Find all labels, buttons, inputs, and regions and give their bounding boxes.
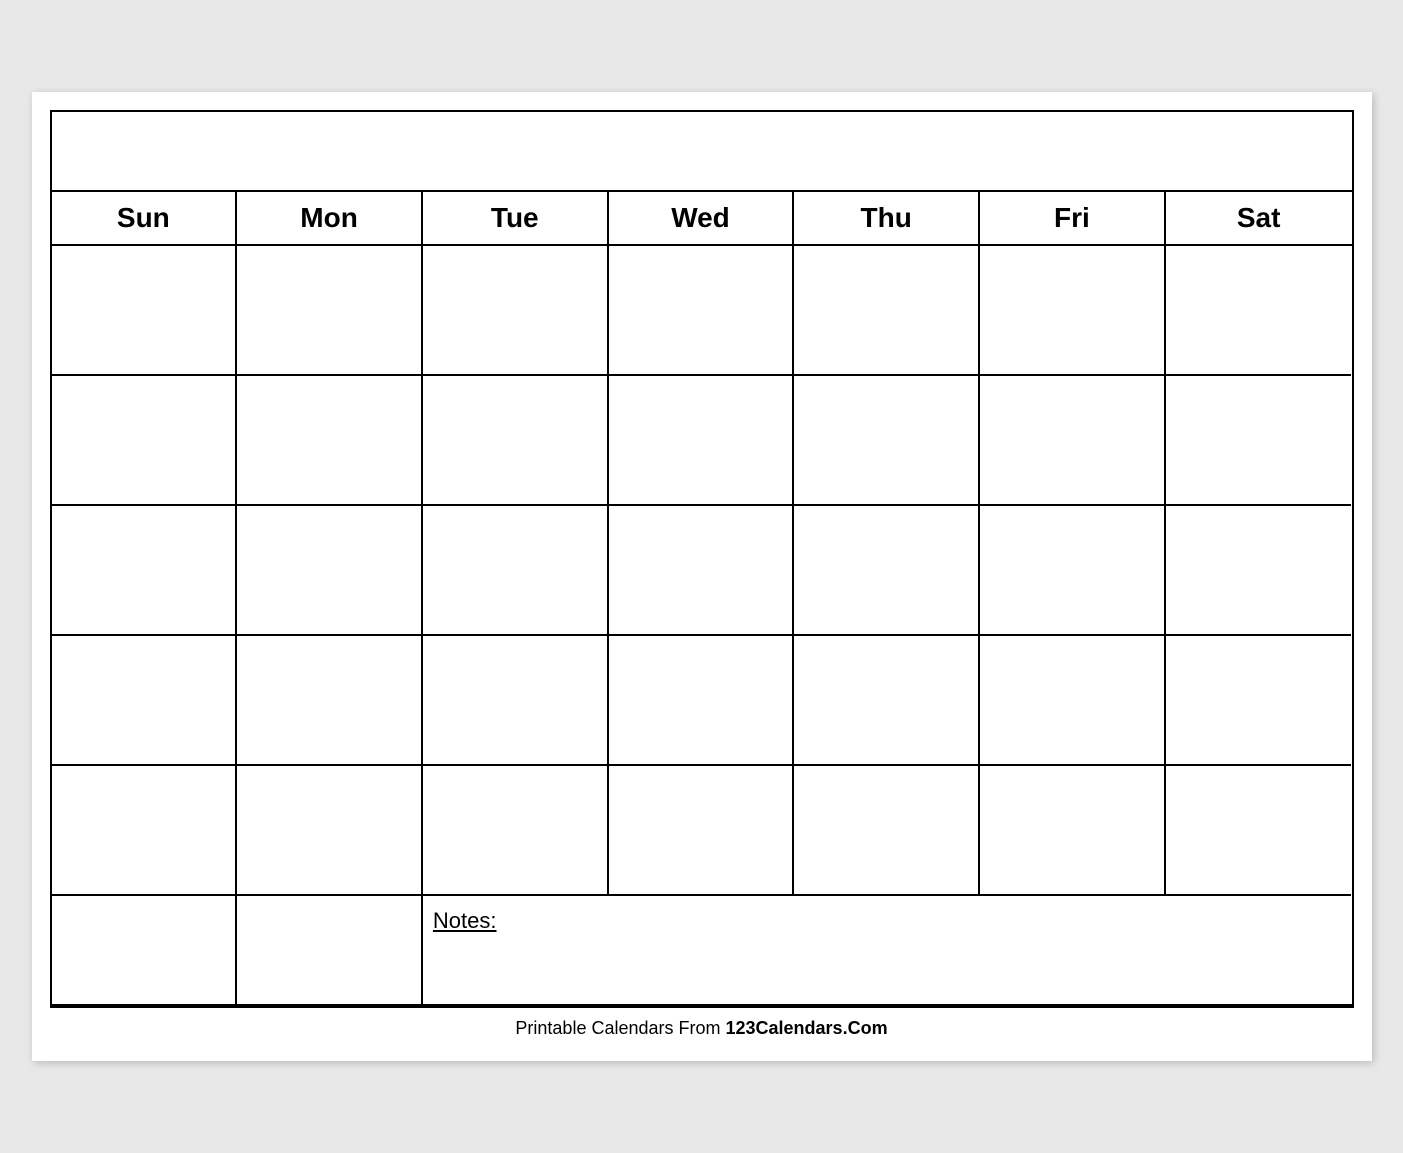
title-row (52, 112, 1352, 192)
calendar-grid (52, 246, 1352, 896)
table-row (423, 376, 609, 506)
header-tue: Tue (423, 192, 609, 244)
table-row (423, 636, 609, 766)
table-row (52, 766, 238, 896)
footer-text-normal: Printable Calendars From (515, 1018, 725, 1038)
table-row (794, 506, 980, 636)
header-thu: Thu (794, 192, 980, 244)
table-row (794, 766, 980, 896)
notes-label: Notes: (433, 908, 497, 933)
table-row (237, 376, 423, 506)
table-row (980, 636, 1166, 766)
header-fri: Fri (980, 192, 1166, 244)
table-row (52, 376, 238, 506)
notes-row: Notes: (52, 896, 1352, 1006)
header-wed: Wed (609, 192, 795, 244)
table-row (52, 636, 238, 766)
table-row (794, 246, 980, 376)
header-sat: Sat (1166, 192, 1352, 244)
table-row (980, 246, 1166, 376)
table-row (980, 506, 1166, 636)
table-row (237, 506, 423, 636)
table-row (609, 506, 795, 636)
notes-empty-cell-1 (52, 896, 238, 1006)
table-row (1166, 636, 1352, 766)
notes-empty-cell-2 (237, 896, 423, 1006)
table-row (1166, 376, 1352, 506)
table-row (423, 246, 609, 376)
table-row (609, 636, 795, 766)
table-row (1166, 766, 1352, 896)
table-row (237, 636, 423, 766)
table-row (609, 246, 795, 376)
footer-text-bold: 123Calendars.Com (726, 1018, 888, 1038)
table-row (609, 766, 795, 896)
header-mon: Mon (237, 192, 423, 244)
table-row (1166, 506, 1352, 636)
table-row (609, 376, 795, 506)
table-row (237, 766, 423, 896)
page-wrapper: Sun Mon Tue Wed Thu Fri Sat (32, 92, 1372, 1061)
header-sun: Sun (52, 192, 238, 244)
table-row (980, 766, 1166, 896)
table-row (52, 246, 238, 376)
footer: Printable Calendars From 123Calendars.Co… (50, 1008, 1354, 1043)
table-row (980, 376, 1166, 506)
notes-content-cell: Notes: (423, 896, 1352, 1006)
table-row (423, 766, 609, 896)
table-row (423, 506, 609, 636)
table-row (794, 376, 980, 506)
table-row (237, 246, 423, 376)
header-row: Sun Mon Tue Wed Thu Fri Sat (52, 192, 1352, 246)
table-row (52, 506, 238, 636)
table-row (794, 636, 980, 766)
table-row (1166, 246, 1352, 376)
calendar-container: Sun Mon Tue Wed Thu Fri Sat (50, 110, 1354, 1008)
